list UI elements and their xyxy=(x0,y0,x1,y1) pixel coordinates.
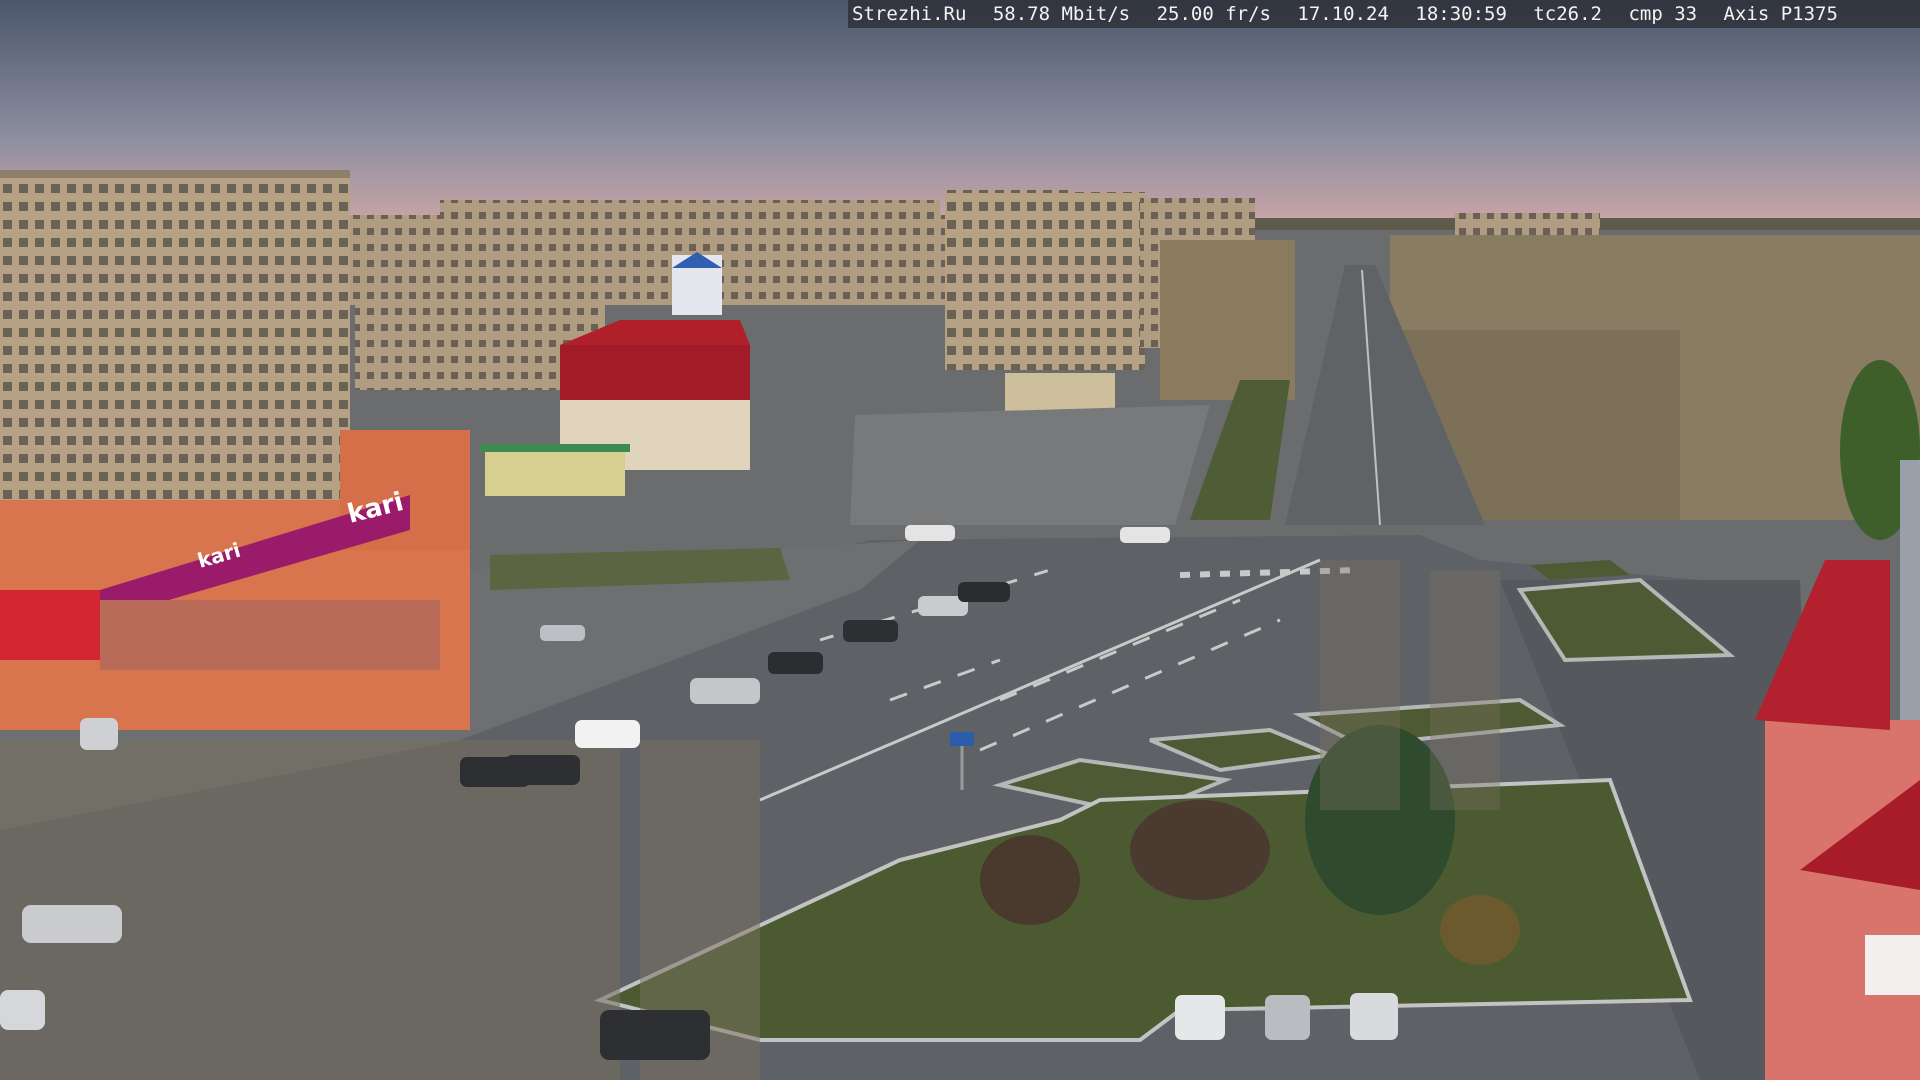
street-sign-blue xyxy=(950,732,974,746)
kari-banner-corner xyxy=(0,590,100,660)
car xyxy=(540,625,585,641)
city-square-scene: kari kari xyxy=(0,0,1920,1080)
car xyxy=(905,525,955,541)
car xyxy=(600,1010,710,1060)
overlay-site: Strezhi.Ru xyxy=(852,3,967,25)
overlay-compression: cmp 33 xyxy=(1628,3,1698,25)
apartment-block-left xyxy=(0,170,350,520)
kiosk xyxy=(485,448,625,496)
overlay-bitrate: 58.78 Mbit/s xyxy=(992,3,1131,25)
overlay-date: 17.10.24 xyxy=(1297,3,1389,25)
car xyxy=(80,718,118,750)
paved-square xyxy=(850,405,1210,525)
overlay-time: 18:30:59 xyxy=(1415,3,1507,25)
birch-forest-left-of-avenue xyxy=(1160,240,1295,400)
car xyxy=(1175,995,1225,1040)
car xyxy=(1265,995,1310,1040)
car xyxy=(0,990,45,1030)
overlay-camera-model: Axis P1375 xyxy=(1723,3,1838,25)
overlay-temperature: tc26.2 xyxy=(1533,3,1602,25)
car xyxy=(1350,993,1398,1040)
car xyxy=(1120,527,1170,543)
kiosk-roof xyxy=(480,444,630,452)
car xyxy=(22,905,122,943)
car xyxy=(690,678,760,704)
camera-info-overlay: Strezhi.Ru 58.78 Mbit/s 25.00 fr/s 17.10… xyxy=(848,0,1920,28)
car xyxy=(460,757,530,787)
overlay-framerate: 25.00 fr/s xyxy=(1156,3,1271,25)
car xyxy=(843,620,898,642)
car xyxy=(575,720,640,748)
car xyxy=(958,582,1010,602)
car xyxy=(768,652,823,674)
